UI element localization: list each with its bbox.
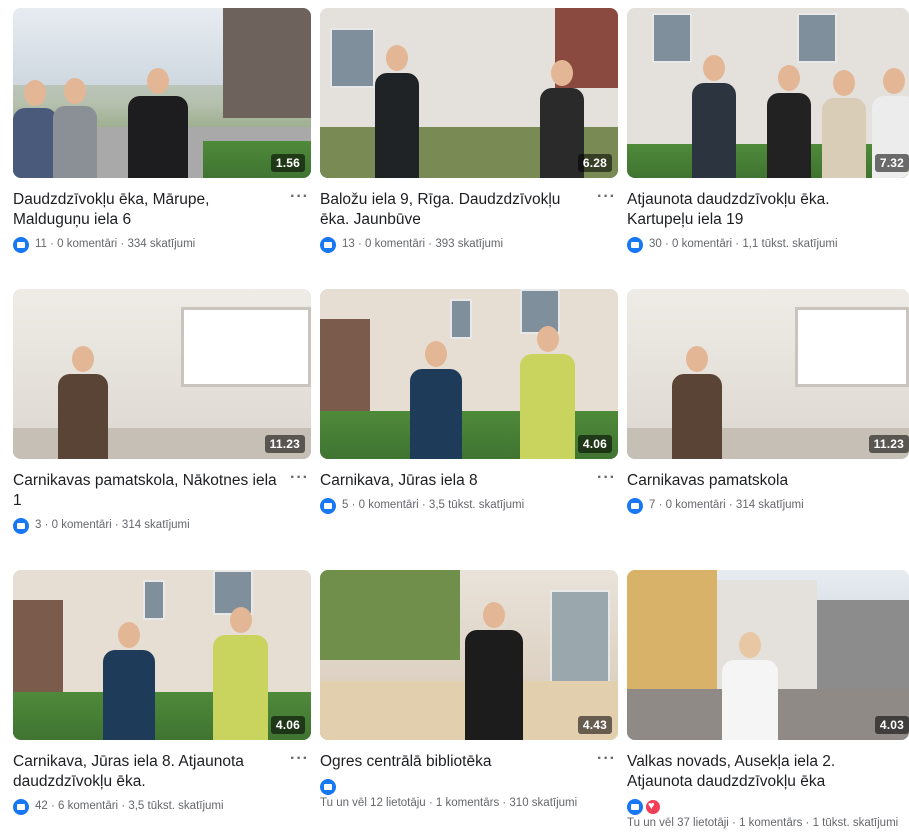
video-stats: Tu un vēl 37 lietotāji · 1 komentārs · 1… [627, 798, 899, 832]
video-stats-text: Tu un vēl 12 lietotāju · 1 komentārs · 3… [320, 797, 578, 809]
video-title[interactable]: Valkas novads, Ausekļa iela 2. Atjaunota… [627, 752, 899, 792]
video-duration: 6.28 [577, 154, 612, 172]
video-thumbnail[interactable]: 11.23 [13, 289, 311, 459]
like-reaction-icon [320, 237, 336, 253]
video-card[interactable]: 4.03 Valkas novads, Ausekļa iela 2. Atja… [627, 570, 909, 832]
video-card[interactable]: 1.56 Daudzdzīvokļu ēka, Mārupe, Malduguņ… [13, 8, 313, 253]
like-reaction-icon [320, 779, 336, 795]
video-thumbnail[interactable]: 6.28 [320, 8, 618, 178]
like-reaction-icon [13, 518, 29, 534]
like-reaction-icon [320, 498, 336, 514]
video-card[interactable]: 4.06 Carnikava, Jūras iela 8 ··· 5 · 0 k… [320, 289, 620, 514]
video-thumbnail[interactable]: 4.06 [320, 289, 618, 459]
video-card[interactable]: 4.43 Ogres centrālā bibliotēka ··· Tu un… [320, 570, 620, 812]
more-options-icon[interactable]: ··· [290, 188, 309, 206]
video-card[interactable]: 4.06 Carnikava, Jūras iela 8. Atjaunota … [13, 570, 313, 815]
video-duration: 4.43 [577, 716, 612, 734]
video-title[interactable]: Carnikava, Jūras iela 8. Atjaunota daudz… [13, 752, 285, 792]
video-stats: Tu un vēl 12 lietotāju · 1 komentārs · 3… [320, 778, 592, 812]
video-stats-text: 7 · 0 komentāri · 314 skatījumi [649, 499, 804, 511]
video-thumbnail[interactable]: 1.56 [13, 8, 311, 178]
more-options-icon[interactable]: ··· [597, 750, 616, 768]
video-stats: 3 · 0 komentāri · 314 skatījumi [13, 517, 285, 534]
video-stats: 30 · 0 komentāri · 1,1 tūkst. skatījumi [627, 236, 899, 253]
video-stats: 42 · 6 komentāri · 3,5 tūkst. skatījumi [13, 798, 285, 815]
video-card[interactable]: 7.32 Atjaunota daudzdzīvokļu ēka. Kartup… [627, 8, 909, 253]
video-thumbnail[interactable]: 7.32 [627, 8, 909, 178]
video-card[interactable]: 11.23 Carnikavas pamatskola, Nākotnes ie… [13, 289, 313, 534]
video-thumbnail[interactable]: 4.06 [13, 570, 311, 740]
video-duration: 4.06 [270, 716, 305, 734]
video-stats: 5 · 0 komentāri · 3,5 tūkst. skatījumi [320, 497, 592, 514]
video-stats-text: 30 · 0 komentāri · 1,1 tūkst. skatījumi [649, 238, 838, 250]
love-reaction-icon [645, 798, 661, 815]
video-stats-text: 13 · 0 komentāri · 393 skatījumi [342, 238, 504, 250]
video-title[interactable]: Carnikava, Jūras iela 8 [320, 471, 592, 491]
like-reaction-icon [627, 237, 643, 253]
like-reaction-icon [627, 498, 643, 514]
video-title[interactable]: Ogres centrālā bibliotēka [320, 752, 592, 772]
video-stats: 13 · 0 komentāri · 393 skatījumi [320, 236, 592, 253]
video-card[interactable]: 6.28 Baložu iela 9, Rīga. Daudzdzīvokļu … [320, 8, 620, 253]
video-thumbnail[interactable]: 11.23 [627, 289, 909, 459]
video-duration: 11.23 [264, 435, 305, 453]
video-thumbnail[interactable]: 4.43 [320, 570, 618, 740]
video-stats-text: 5 · 0 komentāri · 3,5 tūkst. skatījumi [342, 499, 525, 511]
more-options-icon[interactable]: ··· [290, 469, 309, 487]
like-reaction-icon [627, 799, 643, 815]
video-stats-text: 11 · 0 komentāri · 334 skatījumi [35, 238, 196, 250]
video-stats: 11 · 0 komentāri · 334 skatījumi [13, 236, 285, 253]
video-stats-text: 42 · 6 komentāri · 3,5 tūkst. skatījumi [35, 800, 224, 812]
video-stats: 7 · 0 komentāri · 314 skatījumi [627, 497, 899, 514]
video-duration: 1.56 [270, 154, 305, 172]
video-title[interactable]: Baložu iela 9, Rīga. Daudzdzīvokļu ēka. … [320, 190, 592, 230]
video-title[interactable]: Daudzdzīvokļu ēka, Mārupe, Malduguņu iel… [13, 190, 285, 230]
video-title[interactable]: Carnikavas pamatskola, Nākotnes iela 1 [13, 471, 285, 511]
like-reaction-icon [13, 237, 29, 253]
video-duration: 11.23 [868, 435, 909, 453]
video-duration: 7.32 [874, 154, 909, 172]
like-reaction-icon [13, 799, 29, 815]
more-options-icon[interactable]: ··· [290, 750, 309, 768]
video-thumbnail[interactable]: 4.03 [627, 570, 909, 740]
video-duration: 4.03 [874, 716, 909, 734]
video-stats-text: Tu un vēl 37 lietotāji · 1 komentārs · 1… [627, 817, 899, 829]
more-options-icon[interactable]: ··· [597, 188, 616, 206]
video-title[interactable]: Carnikavas pamatskola [627, 471, 899, 491]
video-stats-text: 3 · 0 komentāri · 314 skatījumi [35, 519, 190, 531]
video-duration: 4.06 [577, 435, 612, 453]
video-card[interactable]: 11.23 Carnikavas pamatskola ··· 7 · 0 ko… [627, 289, 909, 514]
more-options-icon[interactable]: ··· [597, 469, 616, 487]
video-title[interactable]: Atjaunota daudzdzīvokļu ēka. Kartupeļu i… [627, 190, 899, 230]
